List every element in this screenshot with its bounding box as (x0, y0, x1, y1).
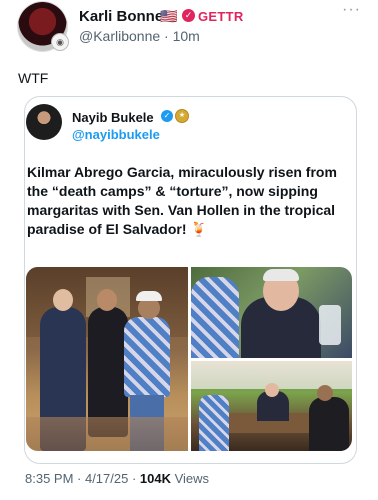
views-count: 104K (139, 471, 171, 486)
author-handle[interactable]: @Karlibonne (79, 28, 160, 44)
quoted-author-avatar[interactable] (26, 104, 62, 140)
handle-time: @Karlibonne · 10m (79, 28, 200, 44)
table-closeup-photo[interactable] (191, 267, 352, 358)
post-timestamp[interactable]: 8:35 PM · 4/17/25 · (25, 471, 140, 486)
quoted-author-name[interactable]: Nayib Bukele (72, 110, 154, 125)
avatar[interactable]: ◉ (18, 2, 69, 51)
quoted-post-text: Kilmar Abrego Garcia, miraculously risen… (27, 164, 337, 237)
verified-blue-icon: ✓ (161, 110, 173, 122)
avatar-badge-icon: ◉ (51, 33, 69, 51)
handshake-photo[interactable] (26, 267, 188, 451)
views-label: Views (170, 471, 210, 486)
post-footer: 8:35 PM · 4/17/25 · 104K Views (25, 471, 209, 486)
post-text: WTF (18, 70, 49, 86)
author-name[interactable]: Karli Bonne' (79, 8, 167, 25)
gold-seal-icon: ★ (175, 109, 189, 123)
quoted-author-handle[interactable]: @nayibbukele (72, 127, 160, 142)
more-icon[interactable]: ··· (342, 1, 361, 19)
post-time: 10m (172, 28, 200, 44)
verified-red-icon: ✓ (182, 9, 195, 22)
platform-label: GETTR (198, 9, 244, 24)
us-flag-icon: 🇺🇸 (160, 8, 178, 24)
restaurant-photo[interactable] (191, 361, 352, 451)
